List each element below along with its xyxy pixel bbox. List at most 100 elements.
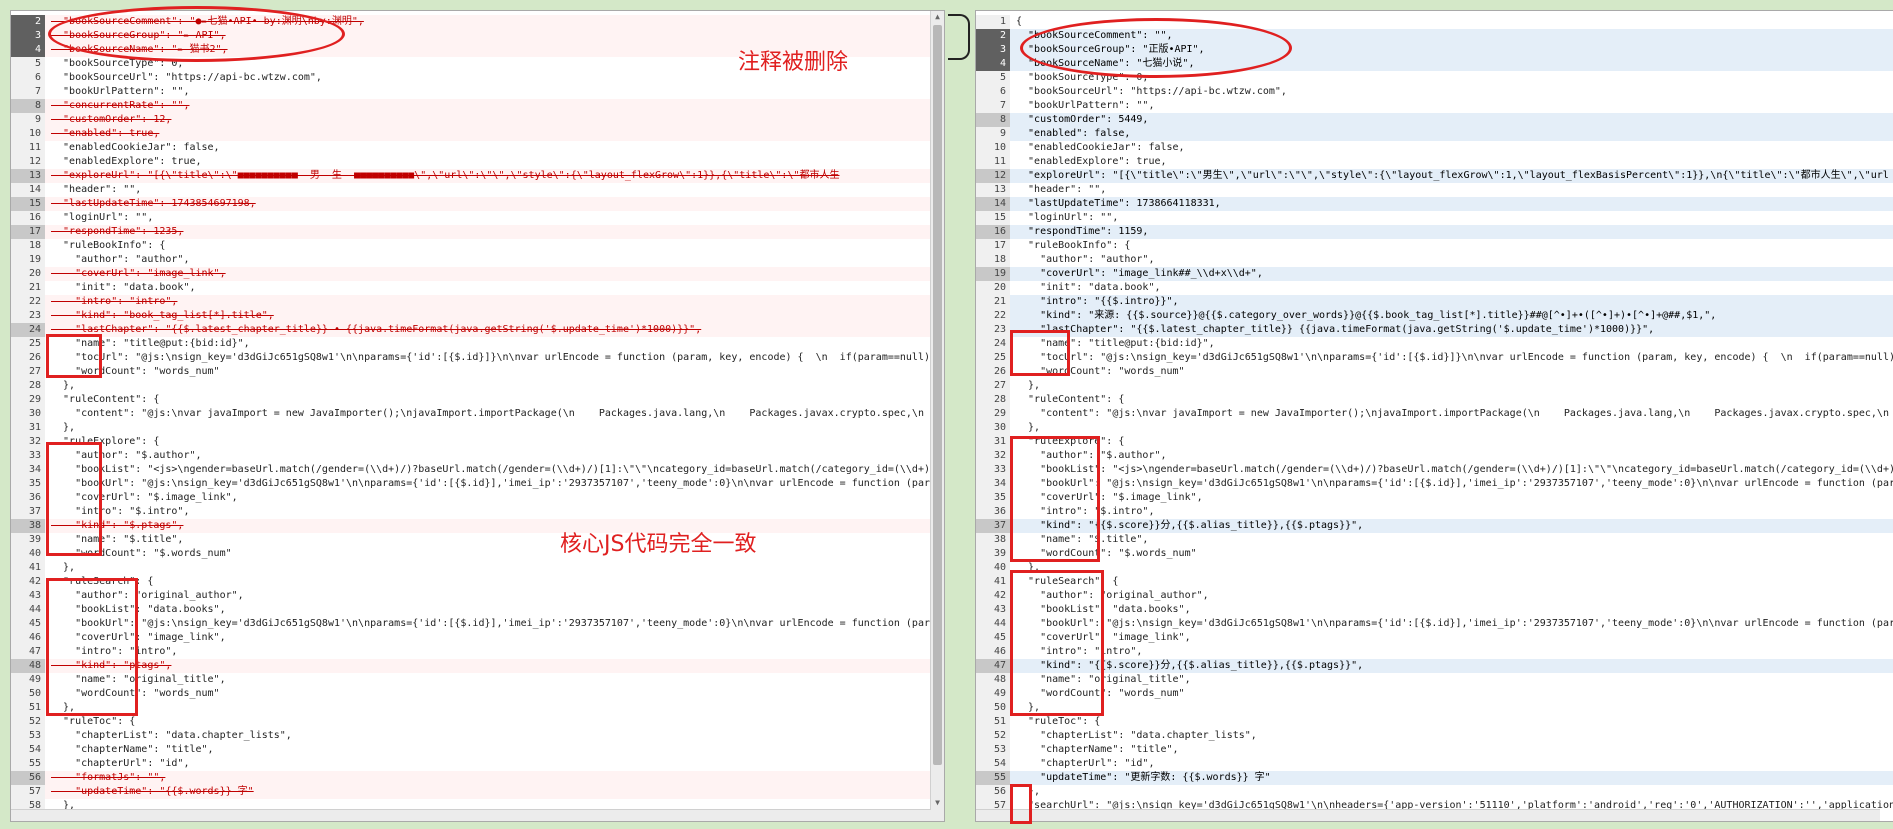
- code-line[interactable]: 54 "chapterName": "title",: [11, 743, 944, 757]
- code-line[interactable]: 18 "ruleBookInfo": {: [11, 239, 944, 253]
- code-line[interactable]: 14 "lastUpdateTime": 1738664118331,: [976, 197, 1893, 211]
- code-line[interactable]: 46 "intro": "intro",: [976, 645, 1893, 659]
- code-line[interactable]: 10 "enabledCookieJar": false,: [976, 141, 1893, 155]
- code-line[interactable]: 14 "header": "",: [11, 183, 944, 197]
- code-line[interactable]: 31 "ruleExplore": {: [976, 435, 1893, 449]
- code-line[interactable]: 23 "kind": "book_tag_list[*].title",: [11, 309, 944, 323]
- code-line[interactable]: 15 "lastUpdateTime": 1743854697198,: [11, 197, 944, 211]
- code-line[interactable]: 53 "chapterName": "title",: [976, 743, 1893, 757]
- code-line[interactable]: 17 "ruleBookInfo": {: [976, 239, 1893, 253]
- code-line[interactable]: 7 "bookUrlPattern": "",: [976, 99, 1893, 113]
- code-line[interactable]: 10 "enabled": true,: [11, 127, 944, 141]
- code-line[interactable]: 36 "intro": "$.intro",: [976, 505, 1893, 519]
- code-line[interactable]: 38 "name": "$.title",: [976, 533, 1893, 547]
- code-line[interactable]: 32 "author": "$.author",: [976, 449, 1893, 463]
- code-line[interactable]: 16 "respondTime": 1159,: [976, 225, 1893, 239]
- code-line[interactable]: 27 "wordCount": "words_num": [11, 365, 944, 379]
- code-line[interactable]: 24 "name": "title@put:{bid:id}",: [976, 337, 1893, 351]
- code-line[interactable]: 28 },: [11, 379, 944, 393]
- left-horizontal-scrollbar[interactable]: [11, 809, 931, 821]
- code-line[interactable]: 39 "name": "$.title",: [11, 533, 944, 547]
- code-line[interactable]: 54 "chapterUrl": "id",: [976, 757, 1893, 771]
- code-line[interactable]: 45 "coverUrl": "image_link",: [976, 631, 1893, 645]
- code-line[interactable]: 39 "wordCount": "$.words_num": [976, 547, 1893, 561]
- code-line[interactable]: 28 "ruleContent": {: [976, 393, 1893, 407]
- code-line[interactable]: 44 "bookUrl": "@js:\nsign_key='d3dGiJc65…: [976, 617, 1893, 631]
- code-line[interactable]: 37 "kind": "{{$.score}}分,{{$.alias_title…: [976, 519, 1893, 533]
- code-line[interactable]: 57 "updateTime": "{{$.words}} 字": [11, 785, 944, 799]
- scroll-up-arrow-icon[interactable]: ▲: [931, 11, 944, 23]
- code-line[interactable]: 27 },: [976, 379, 1893, 393]
- code-line[interactable]: 9 "enabled": false,: [976, 127, 1893, 141]
- code-line[interactable]: 46 "coverUrl": "image_link",: [11, 631, 944, 645]
- code-line[interactable]: 12 "enabledExplore": true,: [11, 155, 944, 169]
- code-line[interactable]: 50 "wordCount": "words_num": [11, 687, 944, 701]
- scroll-down-arrow-icon[interactable]: ▼: [931, 797, 944, 809]
- code-line[interactable]: 21 "intro": "{{$.intro}}",: [976, 295, 1893, 309]
- code-line[interactable]: 49 "wordCount": "words_num": [976, 687, 1893, 701]
- code-line[interactable]: 26 "tocUrl": "@js:\nsign_key='d3dGiJc651…: [11, 351, 944, 365]
- code-line[interactable]: 30 "content": "@js:\nvar javaImport = ne…: [11, 407, 944, 421]
- code-line[interactable]: 25 "name": "title@put:{bid:id}",: [11, 337, 944, 351]
- code-line[interactable]: 35 "bookUrl": "@js:\nsign_key='d3dGiJc65…: [11, 477, 944, 491]
- code-line[interactable]: 22 "intro": "intro",: [11, 295, 944, 309]
- code-line[interactable]: 45 "bookUrl": "@js:\nsign_key='d3dGiJc65…: [11, 617, 944, 631]
- code-line[interactable]: 32 "ruleExplore": {: [11, 435, 944, 449]
- code-line[interactable]: 49 "name": "original_title",: [11, 673, 944, 687]
- code-line[interactable]: 7 "bookUrlPattern": "",: [11, 85, 944, 99]
- code-line[interactable]: 6 "bookSourceUrl": "https://api-bc.wtzw.…: [976, 85, 1893, 99]
- code-line[interactable]: 25 "tocUrl": "@js:\nsign_key='d3dGiJc651…: [976, 351, 1893, 365]
- code-line[interactable]: 20 "init": "data.book",: [976, 281, 1893, 295]
- code-line[interactable]: 47 "kind": "{{$.score}}分,{{$.alias_title…: [976, 659, 1893, 673]
- code-line[interactable]: 13 "header": "",: [976, 183, 1893, 197]
- code-line[interactable]: 30 },: [976, 421, 1893, 435]
- code-line[interactable]: 9 "customOrder": 12,: [11, 113, 944, 127]
- code-line[interactable]: 19 "coverUrl": "image_link##_\\d+x\\d+",: [976, 267, 1893, 281]
- code-line[interactable]: 34 "bookList": "<js>\ngender=baseUrl.mat…: [11, 463, 944, 477]
- code-line[interactable]: 29 "ruleContent": {: [11, 393, 944, 407]
- code-line[interactable]: 52 "chapterList": "data.chapter_lists",: [976, 729, 1893, 743]
- code-line[interactable]: 15 "loginUrl": "",: [976, 211, 1893, 225]
- code-line[interactable]: 48 "name": "original_title",: [976, 673, 1893, 687]
- code-line[interactable]: 43 "author": "original_author",: [11, 589, 944, 603]
- code-line[interactable]: 41 "ruleSearch": {: [976, 575, 1893, 589]
- code-line[interactable]: 50 },: [976, 701, 1893, 715]
- code-line[interactable]: 22 "kind": "来源: {{$.source}}@{{$.categor…: [976, 309, 1893, 323]
- code-line[interactable]: 40 },: [976, 561, 1893, 575]
- code-line[interactable]: 33 "author": "$.author",: [11, 449, 944, 463]
- code-line[interactable]: 11 "enabledCookieJar": false,: [11, 141, 944, 155]
- code-line[interactable]: 52 "ruleToc": {: [11, 715, 944, 729]
- code-line[interactable]: 37 "intro": "$.intro",: [11, 505, 944, 519]
- code-line[interactable]: 8 "concurrentRate": "",: [11, 99, 944, 113]
- code-line[interactable]: 11 "enabledExplore": true,: [976, 155, 1893, 169]
- code-line[interactable]: 18 "author": "author",: [976, 253, 1893, 267]
- code-line[interactable]: 24 "lastChapter": "{{$.latest_chapter_ti…: [11, 323, 944, 337]
- code-line[interactable]: 13 "exploreUrl": "[{\"title\":\"■■■■■■■■…: [11, 169, 944, 183]
- code-line[interactable]: 56 },: [976, 785, 1893, 799]
- code-line[interactable]: 48 "kind": "ptags",: [11, 659, 944, 673]
- code-line[interactable]: 21 "init": "data.book",: [11, 281, 944, 295]
- right-horizontal-scrollbar[interactable]: [976, 809, 1880, 821]
- code-line[interactable]: 31 },: [11, 421, 944, 435]
- code-line[interactable]: 16 "loginUrl": "",: [11, 211, 944, 225]
- code-line[interactable]: 47 "intro": "intro",: [11, 645, 944, 659]
- code-line[interactable]: 51 "ruleToc": {: [976, 715, 1893, 729]
- right-diff-pane[interactable]: 1{2 "bookSourceComment": "", 3 "bookSourc…: [975, 10, 1893, 822]
- code-line[interactable]: 42 "ruleSearch": {: [11, 575, 944, 589]
- code-line[interactable]: 44 "bookList": "data.books",: [11, 603, 944, 617]
- code-line[interactable]: 23 "lastChapter": "{{$.latest_chapter_ti…: [976, 323, 1893, 337]
- code-line[interactable]: 8 "customOrder": 5449,: [976, 113, 1893, 127]
- code-line[interactable]: 56 "formatJs": "",: [11, 771, 944, 785]
- code-line[interactable]: 26 "wordCount": "words_num": [976, 365, 1893, 379]
- code-line[interactable]: 41 },: [11, 561, 944, 575]
- code-line[interactable]: 43 "bookList": "data.books",: [976, 603, 1893, 617]
- code-line[interactable]: 12 "exploreUrl": "[{\"title\":\"男生\",\"u…: [976, 169, 1893, 183]
- code-line[interactable]: 40 "wordCount": "$.words_num": [11, 547, 944, 561]
- code-line[interactable]: 38 "kind": "$.ptags",: [11, 519, 944, 533]
- code-line[interactable]: 36 "coverUrl": "$.image_link",: [11, 491, 944, 505]
- left-vertical-scrollbar[interactable]: ▲ ▼: [930, 11, 944, 821]
- left-scroll-thumb[interactable]: [933, 25, 942, 765]
- code-line[interactable]: 51 },: [11, 701, 944, 715]
- code-line[interactable]: 34 "bookUrl": "@js:\nsign_key='d3dGiJc65…: [976, 477, 1893, 491]
- code-line[interactable]: 55 "chapterUrl": "id",: [11, 757, 944, 771]
